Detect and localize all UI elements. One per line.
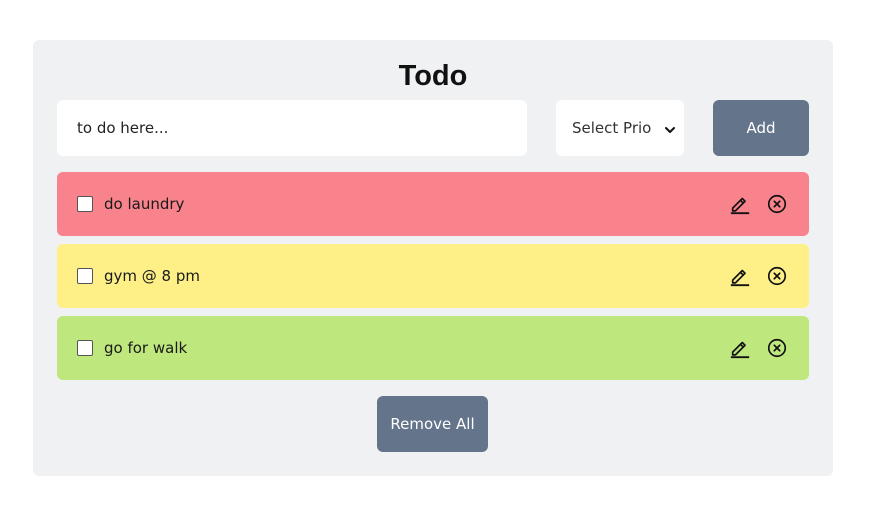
todo-item: gym @ 8 pm <box>57 244 809 308</box>
todo-text: do laundry <box>104 195 185 213</box>
todo-checkbox[interactable] <box>77 340 93 356</box>
pencil-icon[interactable] <box>728 264 752 288</box>
add-button[interactable]: Add <box>713 100 809 156</box>
chevron-down-icon <box>664 122 676 134</box>
app-title: Todo <box>398 60 468 92</box>
remove-all-button[interactable]: Remove All <box>377 396 488 452</box>
todo-text: go for walk <box>104 339 188 357</box>
todo-checkbox[interactable] <box>77 196 93 212</box>
todo-input[interactable] <box>57 100 527 156</box>
circle-x-icon[interactable] <box>765 336 789 360</box>
priority-select[interactable]: Select Prio <box>556 100 684 156</box>
priority-select-label: Select Prio <box>572 119 652 137</box>
circle-x-icon[interactable] <box>765 192 789 216</box>
todo-card: Todo Select Prio Add do laundry <box>33 40 833 476</box>
todo-text: gym @ 8 pm <box>104 267 200 285</box>
pencil-icon[interactable] <box>728 336 752 360</box>
todo-list: do laundry gym @ 8 pm go for walk <box>57 172 809 388</box>
todo-checkbox[interactable] <box>77 268 93 284</box>
todo-item: do laundry <box>57 172 809 236</box>
pencil-icon[interactable] <box>728 192 752 216</box>
todo-item: go for walk <box>57 316 809 380</box>
circle-x-icon[interactable] <box>765 264 789 288</box>
